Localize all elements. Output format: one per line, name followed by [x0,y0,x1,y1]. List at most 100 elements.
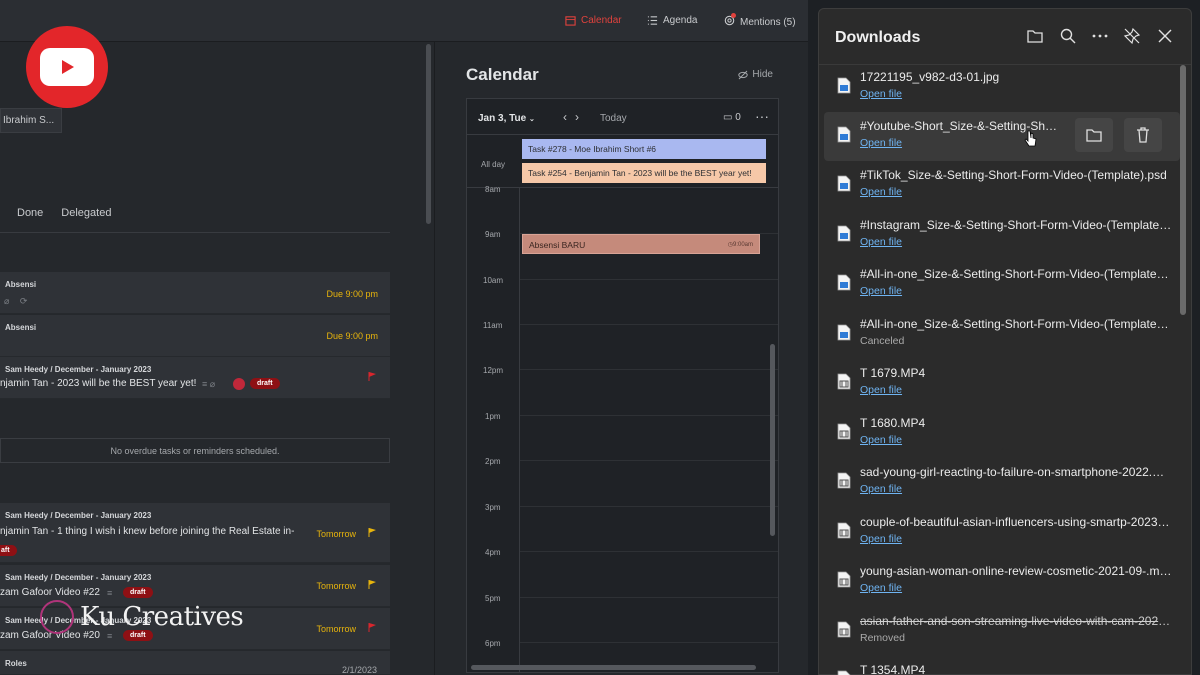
chevron-right-icon[interactable]: › [575,110,587,124]
tab-delegated[interactable]: Delegated [61,207,111,219]
open-file-link[interactable]: Open file [860,137,902,149]
download-file-name: couple-of-beautiful-asian-influencers-us… [860,515,1172,529]
download-item[interactable]: T 1354.MP4 [824,656,1180,675]
task-row[interactable]: Sam Heedy / December - January 2023 njam… [0,357,390,399]
more-options-icon[interactable]: ··· [755,108,769,124]
open-folder-button[interactable] [1026,27,1046,47]
calendar-small-icon: ▭ [723,112,733,123]
draft-badge: aft [0,545,17,556]
hour-line [520,642,778,643]
download-file-name: #All-in-one_Size-&-Setting-Short-Form-Vi… [860,317,1172,331]
notes-icon: ≡ [107,588,113,598]
open-file-link[interactable]: Open file [860,582,902,594]
chevron-left-icon[interactable]: ‹ [563,110,575,124]
watermark: Ku Creatives [40,600,244,634]
more-options-button[interactable] [1091,27,1111,47]
download-item[interactable]: #Youtube-Short_Size-&-Setting-Short-Form… [824,112,1180,161]
download-file-name: #Instagram_Size-&-Setting-Short-Form-Vid… [860,218,1172,232]
open-file-link[interactable]: Open file [860,186,902,198]
download-file-name: T 1354.MP4 [860,663,926,675]
download-item[interactable]: #All-in-one_Size-&-Setting-Short-Form-Vi… [824,260,1180,309]
unpin-button[interactable] [1123,27,1143,47]
open-file-link[interactable]: Open file [860,88,902,100]
hour-line [520,369,778,370]
user-chip[interactable]: Ibrahim S... [0,108,62,133]
close-button[interactable] [1156,27,1176,47]
hour-line [520,324,778,325]
draft-badge: draft [250,378,280,389]
task-title: njamin Tan - 2023 will be the BEST year … [0,378,197,389]
calendar-nav-button[interactable]: Calendar [565,15,622,26]
download-status: Canceled [860,335,905,347]
open-file-link[interactable]: Open file [860,285,902,297]
download-item[interactable]: young-asian-woman-online-review-cosmetic… [824,557,1180,606]
folder-icon [1027,30,1043,43]
search-downloads-button[interactable] [1059,27,1079,47]
flag-icon[interactable] [368,623,376,632]
task-due: Tomorrow [316,581,356,591]
calendar-heading: Calendar [466,65,539,84]
task-row[interactable]: Absensi ⌀ ⟳ Due 9:00 pm [0,272,390,314]
empty-overdue-message: No overdue tasks or reminders scheduled. [0,438,390,463]
flag-icon[interactable] [368,528,376,537]
all-day-event[interactable]: Task #254 - Benjamin Tan - 2023 will be … [522,163,766,183]
flag-icon[interactable] [368,580,376,589]
download-item[interactable]: #Instagram_Size-&-Setting-Short-Form-Vid… [824,211,1180,260]
mentions-nav-button[interactable]: Mentions (5) [724,13,796,29]
task-row[interactable]: Roles [0,651,390,675]
today-button[interactable]: Today [600,113,627,124]
open-file-link[interactable]: Open file [860,236,902,248]
image-file-icon [837,126,851,143]
tab-done[interactable]: Done [17,207,43,219]
download-item[interactable]: #All-in-one_Size-&-Setting-Short-Form-Vi… [824,310,1180,359]
hour-line [520,415,778,416]
open-file-link[interactable]: Open file [860,483,902,495]
image-file-icon [837,175,851,192]
download-item[interactable]: 17221195_v982-d3-01.jpg Open file [824,63,1180,112]
hour-label: 8am [485,185,501,194]
download-item[interactable]: couple-of-beautiful-asian-influencers-us… [824,508,1180,557]
event-count[interactable]: ▭ 0 [723,112,741,123]
all-day-event[interactable]: Task #278 - Moe Ibrahim Short #6 [522,139,766,159]
calendar-vertical-scrollbar[interactable] [770,344,775,536]
task-due: Due 9:00 pm [326,289,378,299]
download-item[interactable]: #TikTok_Size-&-Setting-Short-Form-Video-… [824,161,1180,210]
task-row[interactable]: Sam Heedy / December - January 2023 njam… [0,503,390,563]
calendar-horizontal-scrollbar[interactable] [471,665,756,670]
hour-label: 3pm [485,503,501,512]
calendar-panel: Calendar Hide Jan 3, Tue ⌄ ‹› Today ▭ 0 … [434,42,808,675]
folder-icon [1086,129,1102,142]
download-item[interactable]: T 1680.MP4 Open file [824,409,1180,458]
hour-label: 9am [485,230,501,239]
show-in-folder-button[interactable] [1075,118,1113,152]
hour-line [520,460,778,461]
date-picker[interactable]: Jan 3, Tue ⌄ [478,113,535,124]
ellipsis-icon [1092,34,1108,38]
prev-next-buttons[interactable]: ‹› [563,110,587,124]
timed-event[interactable]: Absensi BARU ◷9:00am [522,234,760,254]
hide-calendar-button[interactable]: Hide [738,69,773,80]
open-file-link[interactable]: Open file [860,533,902,545]
task-meta: Sam Heedy / December - January 2023 [5,365,152,374]
play-icon [62,60,74,74]
open-file-link[interactable]: Open file [860,434,902,446]
agenda-nav-button[interactable]: Agenda [647,15,697,26]
flag-icon[interactable] [368,372,376,381]
open-file-link[interactable]: Open file [860,384,902,396]
download-item[interactable]: sad-young-girl-reacting-to-failure-on-sm… [824,458,1180,507]
download-item[interactable]: T 1679.MP4 Open file [824,359,1180,408]
main-scrollbar[interactable] [426,44,431,224]
hour-label: 4pm [485,548,501,557]
task-row[interactable]: Absensi Due 9:00 pm [0,315,390,357]
hour-label: 12pm [483,366,504,375]
agenda-nav-label: Agenda [663,15,698,26]
downloads-panel: Downloads 17221195_v982-d3-01.jpg Open fi… [818,8,1192,675]
downloads-scrollbar[interactable] [1180,65,1186,315]
image-file-icon [837,77,851,94]
download-item[interactable]: asian-father-and-son-streaming-live-vide… [824,607,1180,656]
date-label: Jan 3, Tue [478,113,527,124]
time-grid[interactable]: 8am 9am 10am 11am 12pm 1pm 2pm 3pm 4pm 5… [467,185,778,673]
event-title: Absensi BARU [529,240,586,250]
delete-button[interactable] [1124,118,1162,152]
download-status: Removed [860,632,905,644]
